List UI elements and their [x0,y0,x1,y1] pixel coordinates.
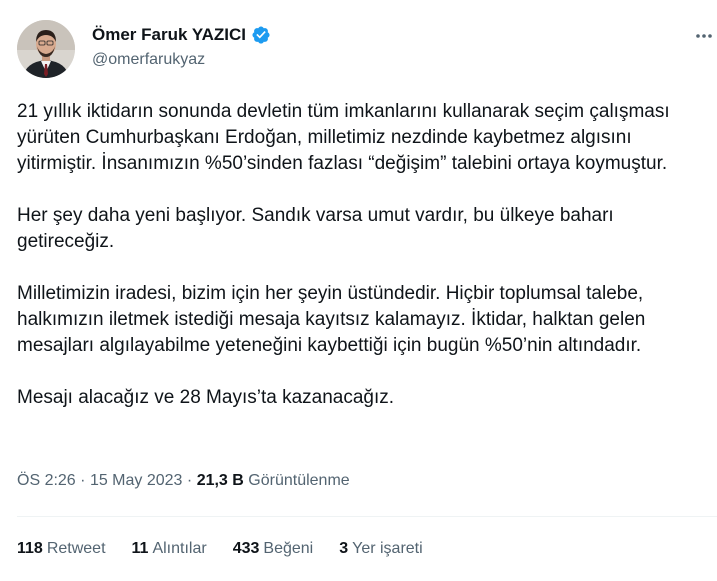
likes-stat[interactable]: 433 Beğeni [233,540,314,558]
likes-count: 433 [232,540,260,557]
author-name[interactable]: Ömer Faruk YAZICI [92,25,246,45]
quotes-count: 11 [131,540,149,557]
divider [17,516,717,517]
retweets-stat[interactable]: 118 Retweet [17,540,106,558]
tweet-meta: ÖS 2:26 · 15 May 2023 · 21,3 B Görüntüle… [17,472,350,490]
tweet-paragraph: Milletimizin iradesi, bizim için her şey… [17,283,646,356]
bookmarks-count: 3 [339,540,349,557]
quotes-label: Alıntılar [152,540,207,557]
tweet-stats: 118 Retweet 11 Alıntılar 433 Beğeni 3 Yer iş… [17,540,449,558]
views-count: 21,3 B [196,472,244,489]
meta-separator: · [80,472,86,489]
verified-badge-icon[interactable] [251,25,271,45]
views-label: Görüntülenme [248,472,350,489]
quotes-stat[interactable]: 11 Alıntılar [132,540,207,558]
bookmarks-label: Yer işareti [352,540,423,557]
tweet-time[interactable]: ÖS 2:26 [17,472,76,489]
more-options-button[interactable] [694,26,714,46]
retweets-count: 118 [17,540,43,557]
avatar[interactable] [17,20,75,78]
tweet-paragraph: Her şey daha yeni başlıyor. Sandık varsa… [17,205,614,252]
likes-label: Beğeni [263,540,314,557]
tweet-date[interactable]: 15 May 2023 [90,472,183,489]
retweets-label: Retweet [46,540,106,557]
avatar-image [17,20,75,78]
author-handle[interactable]: @omerfarukyaz [92,51,205,69]
author-name-row: Ömer Faruk YAZICI [92,25,271,45]
more-horizontal-icon [696,34,712,38]
tweet-paragraph: Mesajı alacağız ve 28 Mayıs’ta kazanacağ… [17,387,395,408]
meta-separator: · [186,472,193,489]
bookmarks-stat[interactable]: 3 Yer işareti [339,540,422,558]
tweet-paragraph: 21 yıllık iktidarın sonunda devletin tüm… [17,101,670,174]
tweet-text: 21 yıllık iktidarın sonunda devletin tüm… [17,99,712,437]
